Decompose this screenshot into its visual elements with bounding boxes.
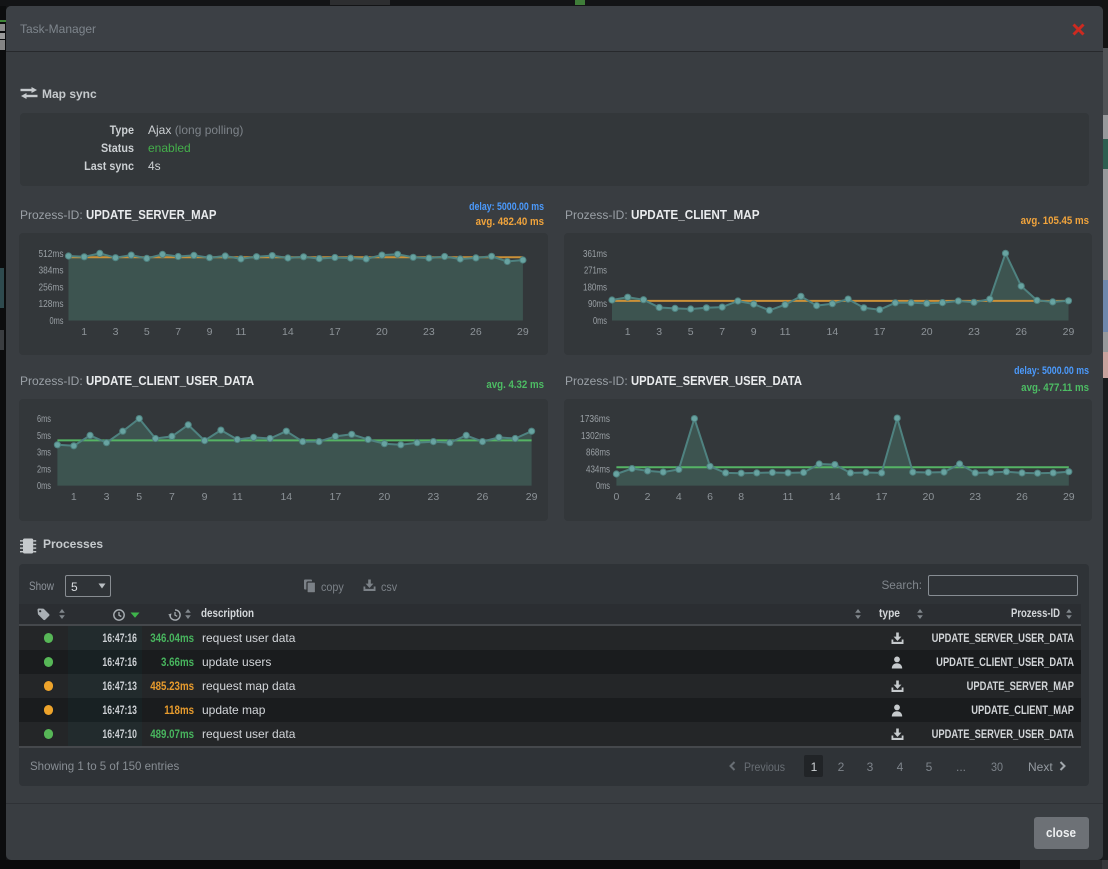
svg-text:11: 11	[232, 491, 243, 503]
svg-text:361ms: 361ms	[583, 248, 607, 260]
svg-text:3ms: 3ms	[37, 447, 51, 459]
svg-text:17: 17	[330, 491, 342, 503]
svg-text:9: 9	[750, 326, 756, 338]
svg-text:2: 2	[644, 491, 650, 503]
svg-text:6: 6	[707, 491, 713, 503]
svg-text:2ms: 2ms	[37, 463, 51, 475]
svg-text:17: 17	[873, 326, 885, 338]
svg-text:29: 29	[1062, 326, 1074, 338]
svg-text:4: 4	[675, 491, 681, 503]
svg-text:3: 3	[656, 326, 662, 338]
svg-text:180ms: 180ms	[583, 281, 607, 293]
svg-text:23: 23	[969, 491, 981, 503]
svg-text:26: 26	[470, 326, 482, 338]
svg-text:11: 11	[782, 491, 793, 503]
svg-text:256ms: 256ms	[39, 282, 64, 294]
svg-text:384ms: 384ms	[39, 265, 64, 277]
svg-text:0ms: 0ms	[593, 315, 607, 327]
svg-text:90ms: 90ms	[588, 298, 607, 310]
svg-text:20: 20	[920, 326, 932, 338]
svg-text:26: 26	[1015, 326, 1027, 338]
svg-text:9: 9	[202, 491, 208, 503]
svg-text:17: 17	[329, 326, 341, 338]
svg-text:868ms: 868ms	[586, 447, 610, 459]
svg-text:7: 7	[719, 326, 725, 338]
svg-text:5: 5	[136, 491, 142, 503]
svg-text:11: 11	[235, 326, 246, 338]
svg-text:128ms: 128ms	[39, 298, 64, 310]
svg-text:5: 5	[144, 326, 150, 338]
svg-text:17: 17	[875, 491, 887, 503]
svg-text:14: 14	[280, 491, 292, 503]
svg-text:7: 7	[175, 326, 181, 338]
svg-text:14: 14	[826, 326, 838, 338]
svg-text:434ms: 434ms	[586, 463, 610, 475]
svg-text:512ms: 512ms	[39, 248, 64, 260]
svg-text:20: 20	[379, 491, 391, 503]
svg-text:29: 29	[517, 326, 529, 338]
svg-text:29: 29	[1062, 491, 1074, 503]
svg-text:0ms: 0ms	[596, 480, 610, 492]
svg-text:271ms: 271ms	[584, 265, 607, 277]
svg-text:26: 26	[1016, 491, 1028, 503]
svg-text:14: 14	[282, 326, 294, 338]
svg-text:20: 20	[376, 326, 388, 338]
svg-text:1: 1	[81, 326, 87, 338]
svg-text:3: 3	[104, 491, 110, 503]
svg-text:5ms: 5ms	[37, 430, 51, 442]
svg-text:23: 23	[428, 491, 440, 503]
svg-text:1736ms: 1736ms	[580, 413, 610, 425]
svg-text:1: 1	[624, 326, 630, 338]
svg-text:23: 23	[968, 326, 980, 338]
svg-text:14: 14	[828, 491, 840, 503]
svg-text:0ms: 0ms	[50, 315, 64, 327]
svg-text:7: 7	[169, 491, 175, 503]
svg-text:3: 3	[113, 326, 119, 338]
svg-text:6ms: 6ms	[37, 413, 51, 425]
svg-text:9: 9	[207, 326, 213, 338]
svg-text:5: 5	[687, 326, 693, 338]
svg-text:26: 26	[477, 491, 489, 503]
svg-text:23: 23	[423, 326, 435, 338]
svg-text:8: 8	[738, 491, 744, 503]
svg-text:20: 20	[922, 491, 934, 503]
svg-text:1: 1	[71, 491, 77, 503]
svg-text:1302ms: 1302ms	[581, 430, 610, 442]
svg-text:11: 11	[779, 326, 790, 338]
svg-text:0: 0	[613, 491, 619, 503]
svg-text:29: 29	[526, 491, 538, 503]
svg-text:0ms: 0ms	[37, 480, 51, 492]
